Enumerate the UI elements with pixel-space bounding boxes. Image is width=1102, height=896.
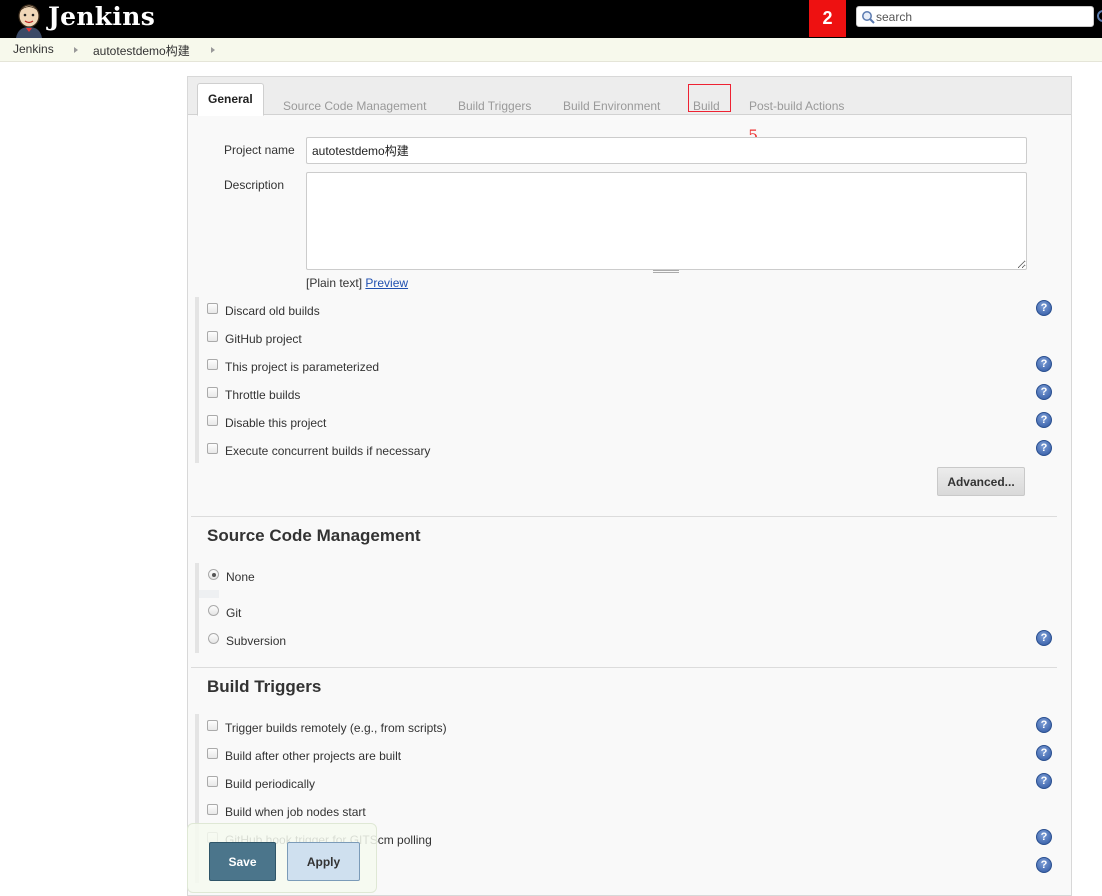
section-indent-bar: [195, 297, 199, 463]
plain-text-label: [Plain text]: [306, 276, 363, 290]
help-icon[interactable]: ?: [1036, 300, 1052, 316]
radio-button[interactable]: [208, 633, 219, 644]
breadcrumb-project[interactable]: autotestdemo构建: [93, 42, 190, 59]
radio-button[interactable]: [208, 605, 219, 616]
tab-post-build-actions[interactable]: Post-build Actions: [749, 99, 844, 113]
breadcrumb-jenkins[interactable]: Jenkins: [13, 42, 54, 56]
breadcrumb: Jenkins autotestdemo构建: [0, 38, 1102, 62]
checkbox[interactable]: [207, 387, 218, 398]
description-field[interactable]: [306, 172, 1027, 270]
notification-badge[interactable]: 2: [809, 0, 846, 37]
search-icon: [862, 11, 875, 24]
help-icon[interactable]: ?: [1036, 829, 1052, 845]
help-circle-icon[interactable]: [1097, 10, 1102, 22]
preview-link[interactable]: Preview: [365, 276, 408, 290]
breadcrumb-arrow-icon[interactable]: [211, 47, 215, 53]
checkbox[interactable]: [207, 331, 218, 342]
search-box: [856, 6, 1094, 27]
help-icon[interactable]: ?: [1036, 773, 1052, 789]
radio-button[interactable]: [208, 569, 219, 580]
help-icon[interactable]: ?: [1036, 857, 1052, 873]
search-input[interactable]: [876, 8, 1090, 25]
section-indent-bar: [195, 563, 199, 653]
tab-source-code-management[interactable]: Source Code Management: [283, 99, 426, 113]
apply-button[interactable]: Apply: [287, 842, 360, 881]
build-tab-highlight-box: [688, 84, 731, 112]
project-name-label: Project name: [224, 143, 295, 157]
breadcrumb-arrow-icon[interactable]: [74, 47, 78, 53]
checkbox[interactable]: [207, 776, 218, 787]
help-icon[interactable]: ?: [1036, 630, 1052, 646]
help-icon[interactable]: ?: [1036, 440, 1052, 456]
scm-section-title: Source Code Management: [207, 526, 421, 545]
jenkins-logo-icon[interactable]: [12, 2, 46, 38]
config-tab-bar: General Source Code Management Build Tri…: [188, 77, 1071, 116]
checkbox[interactable]: [207, 804, 218, 815]
top-header: Jenkins 2: [0, 0, 1102, 38]
section-divider: [191, 667, 1057, 668]
checkbox[interactable]: [207, 303, 218, 314]
description-label: Description: [224, 178, 285, 192]
tab-general[interactable]: General: [197, 83, 264, 116]
checkbox[interactable]: [207, 415, 218, 426]
help-icon[interactable]: ?: [1036, 745, 1052, 761]
brand-title[interactable]: Jenkins: [48, 2, 155, 31]
section-divider: [191, 516, 1057, 517]
help-icon[interactable]: ?: [1036, 412, 1052, 428]
save-button[interactable]: Save: [209, 842, 276, 881]
help-icon[interactable]: ?: [1036, 717, 1052, 733]
scm-none-detail: [199, 590, 219, 598]
help-icon[interactable]: ?: [1036, 384, 1052, 400]
checkbox[interactable]: [207, 359, 218, 370]
format-note: [Plain text] Preview: [306, 276, 408, 290]
tab-build-environment[interactable]: Build Environment: [563, 99, 660, 113]
checkbox[interactable]: [207, 720, 218, 731]
project-name-field[interactable]: [306, 137, 1027, 164]
help-icon[interactable]: ?: [1036, 356, 1052, 372]
tab-build-triggers[interactable]: Build Triggers: [458, 99, 531, 113]
checkbox[interactable]: [207, 443, 218, 454]
advanced-button[interactable]: Advanced...: [937, 467, 1025, 496]
resize-grip-icon[interactable]: [653, 270, 679, 273]
checkbox[interactable]: [207, 748, 218, 759]
build-triggers-section-title: Build Triggers: [207, 677, 322, 696]
